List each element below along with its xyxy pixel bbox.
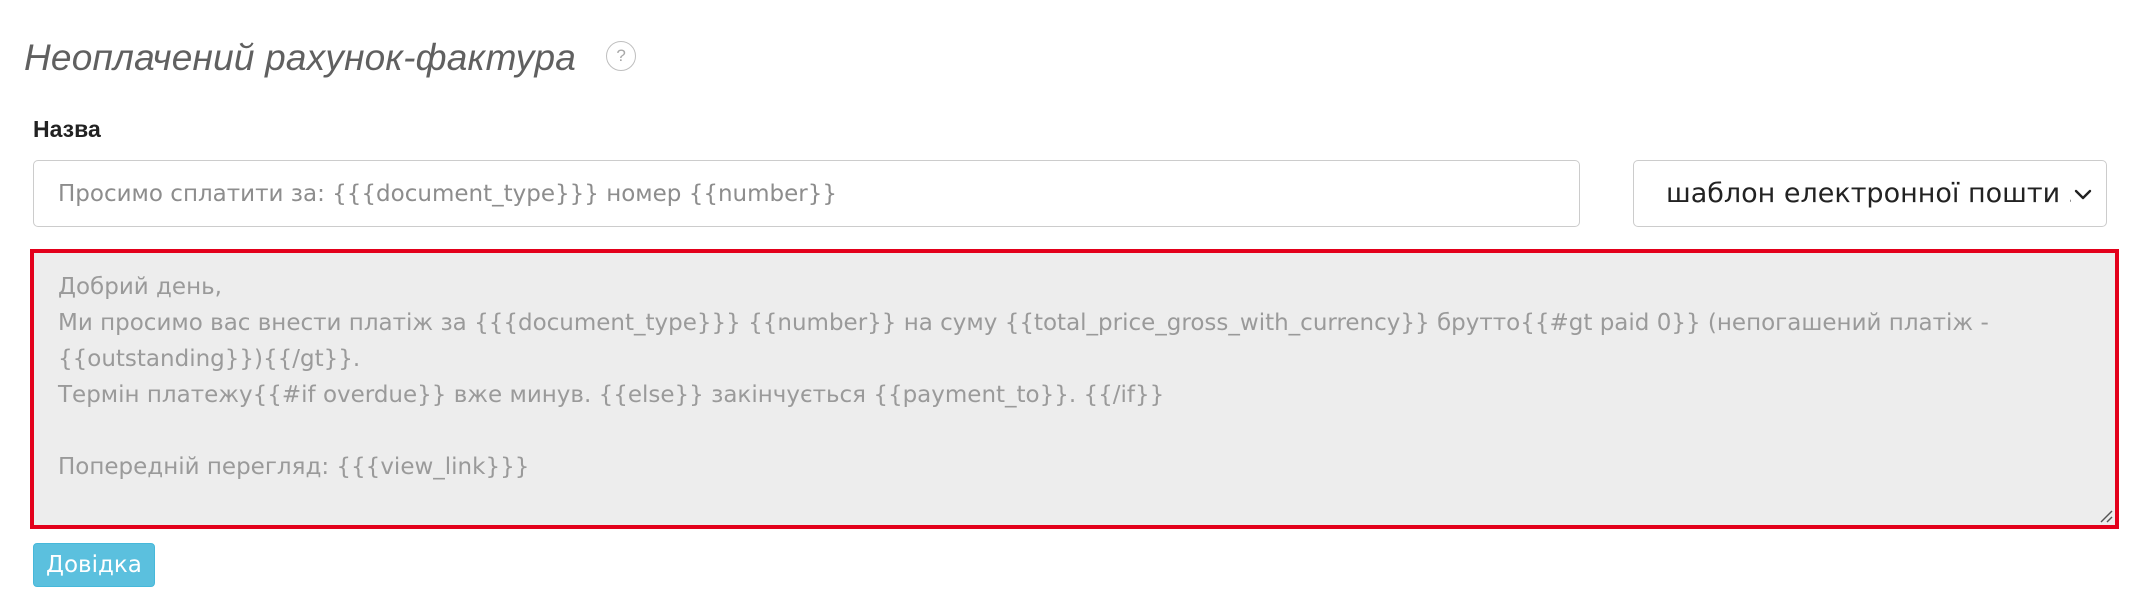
resize-handle-icon[interactable] <box>2097 507 2113 523</box>
help-icon[interactable]: ? <box>606 41 637 71</box>
subject-label: Назва <box>33 116 101 142</box>
chevron-down-icon <box>2074 189 2092 200</box>
help-button[interactable]: Довідка <box>33 543 155 587</box>
template-select[interactable]: шаблон електронної пошти за замовчування… <box>1633 160 2107 227</box>
page-title: Неоплачений рахунок-фактура <box>24 37 577 78</box>
email-body-textarea[interactable]: Добрий день, Ми просимо вас внести платі… <box>34 253 2115 525</box>
email-body-wrapper: Добрий день, Ми просимо вас внести платі… <box>30 249 2119 529</box>
template-select-value: шаблон електронної пошти за замовчування… <box>1666 178 2071 209</box>
page-header: Неоплачений рахунок-фактура ? <box>24 30 637 86</box>
subject-input[interactable] <box>33 160 1580 227</box>
